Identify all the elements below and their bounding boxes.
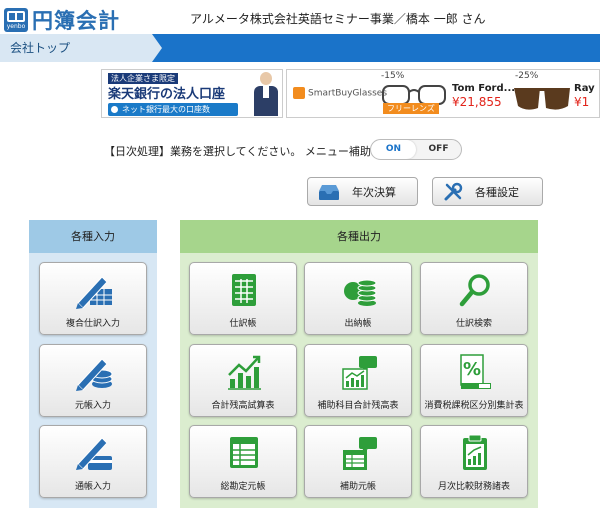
tile-ledger-entry[interactable]: 元帳入力: [39, 344, 147, 417]
ledger-book-icon: [230, 437, 258, 468]
tile-general-ledger[interactable]: 総勘定元帳: [189, 425, 297, 498]
bar-chart-icon: [228, 355, 261, 390]
tile-journal-search[interactable]: 仕訳検索: [420, 262, 528, 335]
tile-label: 月次比較財務諸表: [437, 482, 510, 492]
app-logo[interactable]: yenbo 円簿会計: [4, 5, 120, 35]
tile-trial-balance[interactable]: 合計残高試算表: [189, 344, 297, 417]
tile-cash-book[interactable]: 出納帳: [304, 262, 412, 335]
input-panel-title: 各種入力: [29, 220, 157, 253]
inbox-tray-icon: [319, 184, 339, 200]
pen-card-icon: [76, 437, 112, 470]
tile-label: 通帳入力: [74, 482, 111, 492]
logo-text: 円簿会計: [32, 9, 120, 33]
coins-icon: [344, 279, 377, 306]
product-price-2: ¥1: [574, 95, 590, 109]
percent-icon: %: [460, 354, 491, 389]
settings-label: 各種設定: [475, 185, 519, 199]
tile-sub-ledger[interactable]: 補助元帳: [304, 425, 412, 498]
tile-label: 補助科目合計残高表: [317, 401, 399, 411]
free-lens-tag: フリーレンズ: [383, 103, 439, 114]
settings-button[interactable]: 各種設定: [432, 177, 543, 206]
logo-sub-text: yenbo: [6, 23, 26, 30]
year-end-closing-label: 年次決算: [352, 185, 396, 199]
spreadsheet-icon: [232, 274, 256, 306]
tile-label: 複合仕訳入力: [65, 319, 120, 329]
output-panel-title: 各種出力: [180, 220, 538, 253]
pen-ledger-icon: [76, 276, 112, 309]
smartbuyglasses-logo: SmartBuyGlasses: [293, 87, 387, 99]
product-price-1: ¥21,855: [452, 95, 502, 109]
tile-label: 仕訳検索: [455, 319, 492, 329]
tile-label: 消費税課税区分別集計表: [424, 401, 524, 411]
tile-label: 補助元帳: [339, 482, 376, 492]
breadcrumb-arrow: [152, 34, 162, 62]
businessman-image: [252, 72, 280, 117]
toggle-on[interactable]: ON: [371, 140, 416, 159]
logo-mark-icon: yenbo: [4, 8, 28, 32]
tile-label: 総勘定元帳: [220, 482, 266, 492]
ad-banner-rakuten[interactable]: 法人企業さま限定 楽天銀行の法人口座 ネット銀行最大の口座数: [101, 69, 283, 118]
instruction-text: 【日次処理】業務を選択してください。 メニュー補助: [104, 145, 371, 158]
discount-label-1: -15%: [381, 71, 405, 81]
svg-text:%: %: [463, 359, 481, 380]
tile-compound-journal-entry[interactable]: 複合仕訳入力: [39, 262, 147, 335]
pen-coins-icon: [76, 358, 113, 391]
chart-bubble-icon: [342, 356, 377, 390]
product-brand-2: Ray: [574, 83, 595, 94]
tile-journal-book[interactable]: 仕訳帳: [189, 262, 297, 335]
breadcrumb-company-top[interactable]: 会社トップ: [0, 34, 152, 62]
tile-consumption-tax-summary[interactable]: % 消費税課税区分別集計表: [420, 344, 528, 417]
ad-banner-glasses[interactable]: SmartBuyGlasses -15% フリーレンズ Tom Ford... …: [286, 69, 600, 118]
ad-subtitle: ネット銀行最大の口座数: [108, 103, 238, 116]
menu-assist-toggle[interactable]: ON OFF: [370, 139, 462, 160]
tile-label: 合計残高試算表: [211, 401, 275, 411]
tile-label: 仕訳帳: [229, 319, 257, 329]
product-brand-1: Tom Ford...: [452, 83, 516, 94]
year-end-closing-button[interactable]: 年次決算: [307, 177, 418, 206]
app-header: yenbo 円簿会計 アルメータ株式会社英語セミナー事業／橋本 一郎 さん: [0, 0, 600, 34]
tile-label: 出納帳: [344, 319, 372, 329]
tile-sub-account-balance[interactable]: 補助科目合計残高表: [304, 344, 412, 417]
tile-label: 元帳入力: [74, 401, 111, 411]
user-info: アルメータ株式会社英語セミナー事業／橋本 一郎 さん: [190, 12, 486, 26]
sub-ledger-icon: [343, 437, 377, 470]
tile-monthly-financial-comparison[interactable]: 月次比較財務諸表: [420, 425, 528, 498]
wrench-screwdriver-icon: [444, 182, 463, 200]
clipboard-chart-icon: [463, 434, 487, 470]
ad-title: 楽天銀行の法人口座: [108, 87, 226, 102]
sunglasses-image: [514, 88, 570, 110]
nav-bar: 会社トップ: [0, 34, 600, 62]
magnifier-icon: [459, 274, 490, 307]
tile-passbook-entry[interactable]: 通帳入力: [39, 425, 147, 498]
toggle-off[interactable]: OFF: [416, 140, 461, 159]
